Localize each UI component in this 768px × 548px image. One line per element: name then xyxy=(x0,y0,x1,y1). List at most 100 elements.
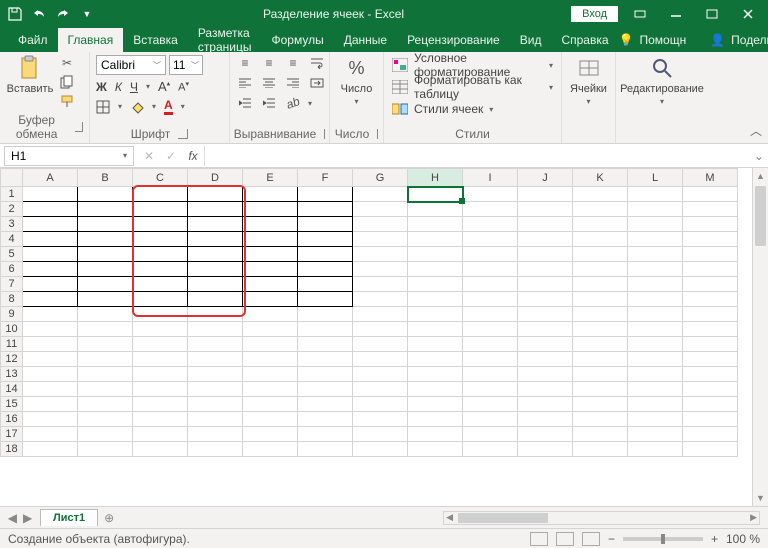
cell-H6[interactable] xyxy=(408,262,463,277)
cell-D9[interactable] xyxy=(188,307,243,322)
cell-E9[interactable] xyxy=(243,307,298,322)
conditional-formatting-button[interactable]: Условное форматирование▾ xyxy=(390,55,555,75)
cell-L14[interactable] xyxy=(628,382,683,397)
cell-J6[interactable] xyxy=(518,262,573,277)
cell-K5[interactable] xyxy=(573,247,628,262)
cell-B5[interactable] xyxy=(78,247,133,262)
cell-H17[interactable] xyxy=(408,427,463,442)
cell-G7[interactable] xyxy=(353,277,408,292)
cell-A16[interactable] xyxy=(23,412,78,427)
cell-E12[interactable] xyxy=(243,352,298,367)
cell-I10[interactable] xyxy=(463,322,518,337)
cell-H18[interactable] xyxy=(408,442,463,457)
increase-indent-icon[interactable] xyxy=(260,95,278,111)
cell-L1[interactable] xyxy=(628,187,683,202)
cell-A13[interactable] xyxy=(23,367,78,382)
align-bottom-icon[interactable]: ≡ xyxy=(284,55,302,71)
cell-E11[interactable] xyxy=(243,337,298,352)
cell-F16[interactable] xyxy=(298,412,353,427)
cell-J17[interactable] xyxy=(518,427,573,442)
cell-F11[interactable] xyxy=(298,337,353,352)
cell-E3[interactable] xyxy=(243,217,298,232)
new-sheet-icon[interactable]: ⊕ xyxy=(98,511,120,525)
cell-G16[interactable] xyxy=(353,412,408,427)
cell-D13[interactable] xyxy=(188,367,243,382)
cell-F17[interactable] xyxy=(298,427,353,442)
collapse-ribbon-icon[interactable]: ︿ xyxy=(750,122,762,139)
col-header-B[interactable]: B xyxy=(78,169,133,187)
orientation-icon[interactable]: ab xyxy=(282,92,304,113)
cell-L11[interactable] xyxy=(628,337,683,352)
cell-G9[interactable] xyxy=(353,307,408,322)
tab-home[interactable]: Главная xyxy=(58,28,124,52)
vertical-scrollbar[interactable]: ▲ ▼ xyxy=(752,168,768,506)
col-header-K[interactable]: K xyxy=(573,169,628,187)
cell-D17[interactable] xyxy=(188,427,243,442)
row-header-6[interactable]: 6 xyxy=(1,262,23,277)
worksheet-grid[interactable]: ABCDEFGHIJKLM123456789101112131415161718… xyxy=(0,168,768,506)
cell-L9[interactable] xyxy=(628,307,683,322)
cell-K1[interactable] xyxy=(573,187,628,202)
cell-F15[interactable] xyxy=(298,397,353,412)
cell-M10[interactable] xyxy=(683,322,738,337)
cell-J11[interactable] xyxy=(518,337,573,352)
cell-B13[interactable] xyxy=(78,367,133,382)
cell-M16[interactable] xyxy=(683,412,738,427)
font-launcher-icon[interactable] xyxy=(178,129,188,139)
cell-D4[interactable] xyxy=(188,232,243,247)
cell-M15[interactable] xyxy=(683,397,738,412)
align-center-icon[interactable] xyxy=(260,75,278,91)
row-header-9[interactable]: 9 xyxy=(1,307,23,322)
cell-J9[interactable] xyxy=(518,307,573,322)
cell-G11[interactable] xyxy=(353,337,408,352)
tab-formulas[interactable]: Формулы xyxy=(261,28,333,52)
row-header-13[interactable]: 13 xyxy=(1,367,23,382)
cell-B15[interactable] xyxy=(78,397,133,412)
cell-F4[interactable] xyxy=(298,232,353,247)
cell-J16[interactable] xyxy=(518,412,573,427)
cell-C16[interactable] xyxy=(133,412,188,427)
scroll-down-icon[interactable]: ▼ xyxy=(753,490,768,506)
cell-E7[interactable] xyxy=(243,277,298,292)
cell-L16[interactable] xyxy=(628,412,683,427)
cell-A8[interactable] xyxy=(23,292,78,307)
qat-customize-icon[interactable]: ▼ xyxy=(78,5,96,23)
enter-formula-icon[interactable]: ✓ xyxy=(160,149,182,163)
row-header-10[interactable]: 10 xyxy=(1,322,23,337)
cell-K7[interactable] xyxy=(573,277,628,292)
cell-L8[interactable] xyxy=(628,292,683,307)
cell-M18[interactable] xyxy=(683,442,738,457)
zoom-slider[interactable] xyxy=(623,537,703,541)
row-header-11[interactable]: 11 xyxy=(1,337,23,352)
cell-J5[interactable] xyxy=(518,247,573,262)
cell-M17[interactable] xyxy=(683,427,738,442)
col-header-A[interactable]: A xyxy=(23,169,78,187)
share-icon[interactable]: 👤 xyxy=(710,33,725,47)
cell-J12[interactable] xyxy=(518,352,573,367)
cell-B7[interactable] xyxy=(78,277,133,292)
cell-B18[interactable] xyxy=(78,442,133,457)
cell-D7[interactable] xyxy=(188,277,243,292)
cell-H9[interactable] xyxy=(408,307,463,322)
cell-K16[interactable] xyxy=(573,412,628,427)
cell-M8[interactable] xyxy=(683,292,738,307)
align-left-icon[interactable] xyxy=(236,75,254,91)
cell-F13[interactable] xyxy=(298,367,353,382)
cell-I17[interactable] xyxy=(463,427,518,442)
row-header-18[interactable]: 18 xyxy=(1,442,23,457)
cell-F2[interactable] xyxy=(298,202,353,217)
tab-file[interactable]: Файл xyxy=(8,28,58,52)
normal-view-icon[interactable] xyxy=(530,532,548,546)
cell-K18[interactable] xyxy=(573,442,628,457)
cell-L4[interactable] xyxy=(628,232,683,247)
close-icon[interactable] xyxy=(734,3,762,25)
col-header-E[interactable]: E xyxy=(243,169,298,187)
maximize-icon[interactable] xyxy=(698,3,726,25)
cell-I4[interactable] xyxy=(463,232,518,247)
cell-C14[interactable] xyxy=(133,382,188,397)
cell-E14[interactable] xyxy=(243,382,298,397)
cell-H10[interactable] xyxy=(408,322,463,337)
cell-C18[interactable] xyxy=(133,442,188,457)
row-header-2[interactable]: 2 xyxy=(1,202,23,217)
cell-I6[interactable] xyxy=(463,262,518,277)
